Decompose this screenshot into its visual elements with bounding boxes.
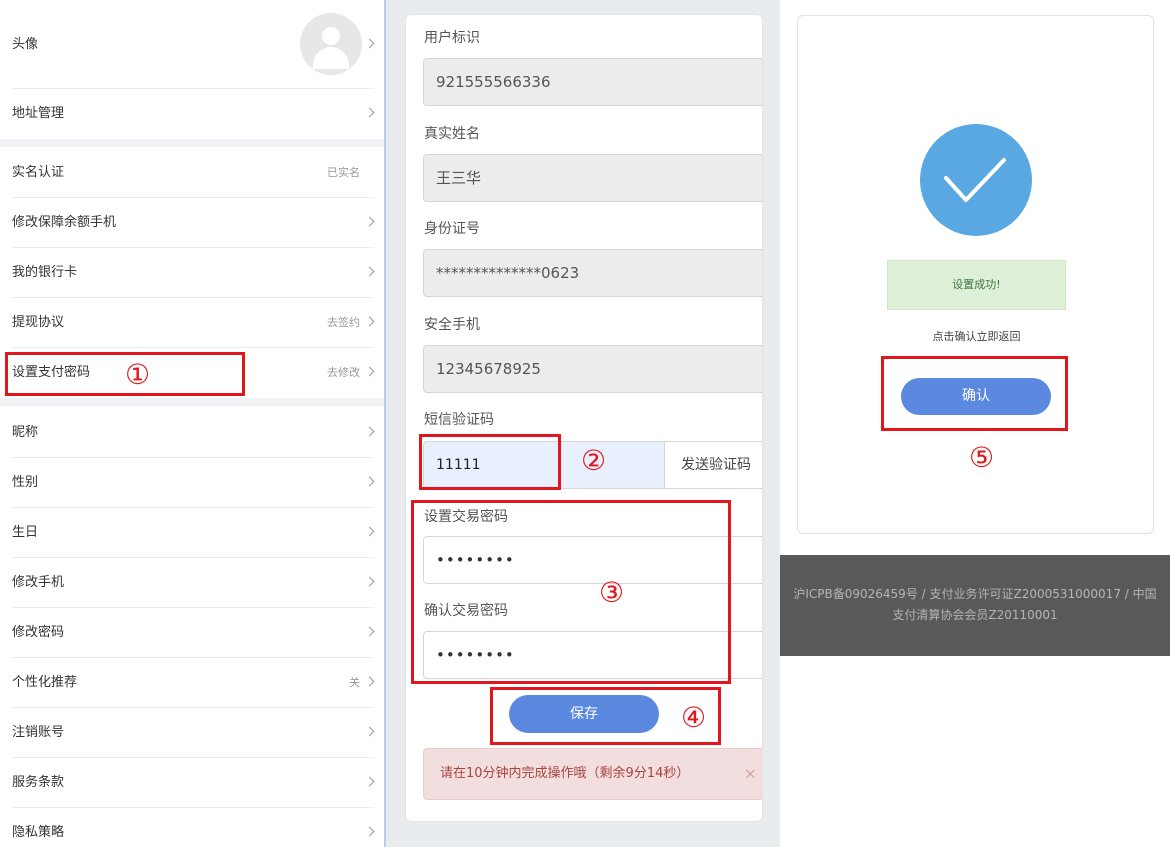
sms-code-label: 短信验证码 bbox=[424, 412, 494, 428]
real-name-label: 真实姓名 bbox=[424, 126, 480, 142]
chevron-right-icon bbox=[364, 676, 375, 687]
chevron-right-icon bbox=[364, 38, 375, 49]
chevron-right-icon bbox=[364, 266, 375, 277]
send-code-button[interactable]: 发送验证码 bbox=[664, 441, 762, 489]
chevron-right-icon bbox=[364, 726, 375, 737]
chevron-right-icon bbox=[364, 826, 375, 837]
annotation-step5: ⑤ bbox=[969, 441, 995, 474]
timer-alert-text: 请在10分钟内完成操作哦（剩余9分14秒） bbox=[440, 766, 690, 781]
set-pay-password-action: 去修改 bbox=[327, 366, 360, 379]
chevron-right-icon bbox=[364, 776, 375, 787]
menu-item-change-password[interactable]: 修改密码 bbox=[0, 608, 384, 658]
annotation-step4: ④ bbox=[681, 701, 707, 734]
menu-item-cancel-account[interactable]: 注销账号 bbox=[0, 708, 384, 758]
secure-phone-field: 12345678925 bbox=[423, 345, 762, 393]
menu-item-birthday[interactable]: 生日 bbox=[0, 508, 384, 558]
return-hint: 点击确认立即返回 bbox=[932, 330, 1021, 343]
chevron-right-icon bbox=[364, 526, 375, 537]
id-number-label: 身份证号 bbox=[424, 221, 480, 237]
avatar[interactable] bbox=[300, 13, 362, 75]
menu-item-change-phone[interactable]: 修改手机 bbox=[0, 558, 384, 608]
chevron-right-icon bbox=[364, 476, 375, 487]
chevron-right-icon bbox=[364, 216, 375, 227]
user-id-field: 921555566336 bbox=[423, 58, 762, 106]
menu-item-bank-card[interactable]: 我的银行卡 bbox=[0, 248, 384, 298]
timer-alert: 请在10分钟内完成操作哦（剩余9分14秒） × bbox=[423, 748, 762, 800]
menu-item-terms[interactable]: 服务条款 bbox=[0, 758, 384, 808]
menu-item-label: 注销账号 bbox=[12, 725, 65, 740]
result-panel: 设置成功! 点击确认立即返回 确认 ⑤ 沪ICPB备09026459号 / 支付… bbox=[780, 0, 1170, 847]
close-icon[interactable]: × bbox=[744, 749, 757, 799]
withdraw-agreement-action: 去签约 bbox=[327, 316, 360, 329]
menu-item-label: 实名认证 bbox=[12, 165, 65, 180]
personalized-recommend-status: 关 bbox=[349, 676, 360, 689]
menu-item-label: 服务条款 bbox=[12, 775, 65, 790]
annotation-box-step5 bbox=[881, 356, 1068, 431]
success-card: 设置成功! 点击确认立即返回 确认 ⑤ bbox=[797, 15, 1154, 534]
menu-item-label: 个性化推荐 bbox=[12, 675, 78, 690]
menu-item-realname[interactable]: 实名认证 已实名 bbox=[0, 148, 384, 198]
chevron-right-icon bbox=[364, 316, 375, 327]
annotation-box-step3 bbox=[411, 500, 731, 684]
settings-menu: 头像 地址管理 实名认证 已实名 修改保障余额手机 我的银行卡 提现协议 去签约… bbox=[0, 0, 386, 847]
success-message: 设置成功! bbox=[887, 260, 1066, 310]
id-number-field: **************0623 bbox=[423, 249, 762, 297]
menu-item-personalized-recommend[interactable]: 个性化推荐 关 bbox=[0, 658, 384, 708]
menu-item-address[interactable]: 地址管理 bbox=[0, 89, 384, 139]
secure-phone-label: 安全手机 bbox=[424, 317, 480, 333]
chevron-right-icon bbox=[364, 107, 375, 118]
menu-item-change-guarantee-phone[interactable]: 修改保障余额手机 bbox=[0, 198, 384, 248]
real-name-field: 王三华 bbox=[423, 154, 762, 202]
chevron-right-icon bbox=[364, 366, 375, 377]
menu-item-label: 昵称 bbox=[12, 425, 39, 440]
pay-password-form-panel: 用户标识 921555566336 真实姓名 王三华 身份证号 ********… bbox=[388, 0, 780, 847]
menu-item-label: 我的银行卡 bbox=[12, 265, 78, 280]
realname-status: 已实名 bbox=[327, 166, 360, 179]
menu-item-label: 地址管理 bbox=[12, 106, 65, 121]
menu-item-label: 头像 bbox=[12, 37, 39, 52]
chevron-right-icon bbox=[364, 576, 375, 587]
user-id-label: 用户标识 bbox=[424, 30, 480, 46]
annotation-step2: ② bbox=[581, 444, 607, 477]
menu-item-label: 修改手机 bbox=[12, 575, 65, 590]
menu-item-label: 生日 bbox=[12, 525, 39, 540]
menu-item-label: 修改密码 bbox=[12, 625, 65, 640]
menu-item-label: 修改保障余额手机 bbox=[12, 215, 117, 230]
menu-item-label: 隐私策略 bbox=[12, 825, 65, 840]
menu-item-privacy[interactable]: 隐私策略 bbox=[0, 808, 384, 847]
chevron-right-icon bbox=[364, 626, 375, 637]
footer-license: 沪ICPB备09026459号 / 支付业务许可证Z2000531000017 … bbox=[780, 555, 1170, 656]
menu-item-label: 性别 bbox=[12, 475, 39, 490]
menu-item-nickname[interactable]: 昵称 bbox=[0, 408, 384, 458]
success-check-icon bbox=[920, 124, 1032, 236]
menu-item-gender[interactable]: 性别 bbox=[0, 458, 384, 508]
menu-item-label: 提现协议 bbox=[12, 315, 65, 330]
chevron-right-icon bbox=[364, 426, 375, 437]
annotation-box-step2 bbox=[419, 434, 561, 490]
annotation-step1: ① bbox=[125, 358, 151, 391]
menu-item-withdraw-agreement[interactable]: 提现协议 去签约 bbox=[0, 298, 384, 348]
annotation-step3: ③ bbox=[599, 576, 625, 609]
menu-item-avatar[interactable]: 头像 bbox=[0, 0, 384, 89]
